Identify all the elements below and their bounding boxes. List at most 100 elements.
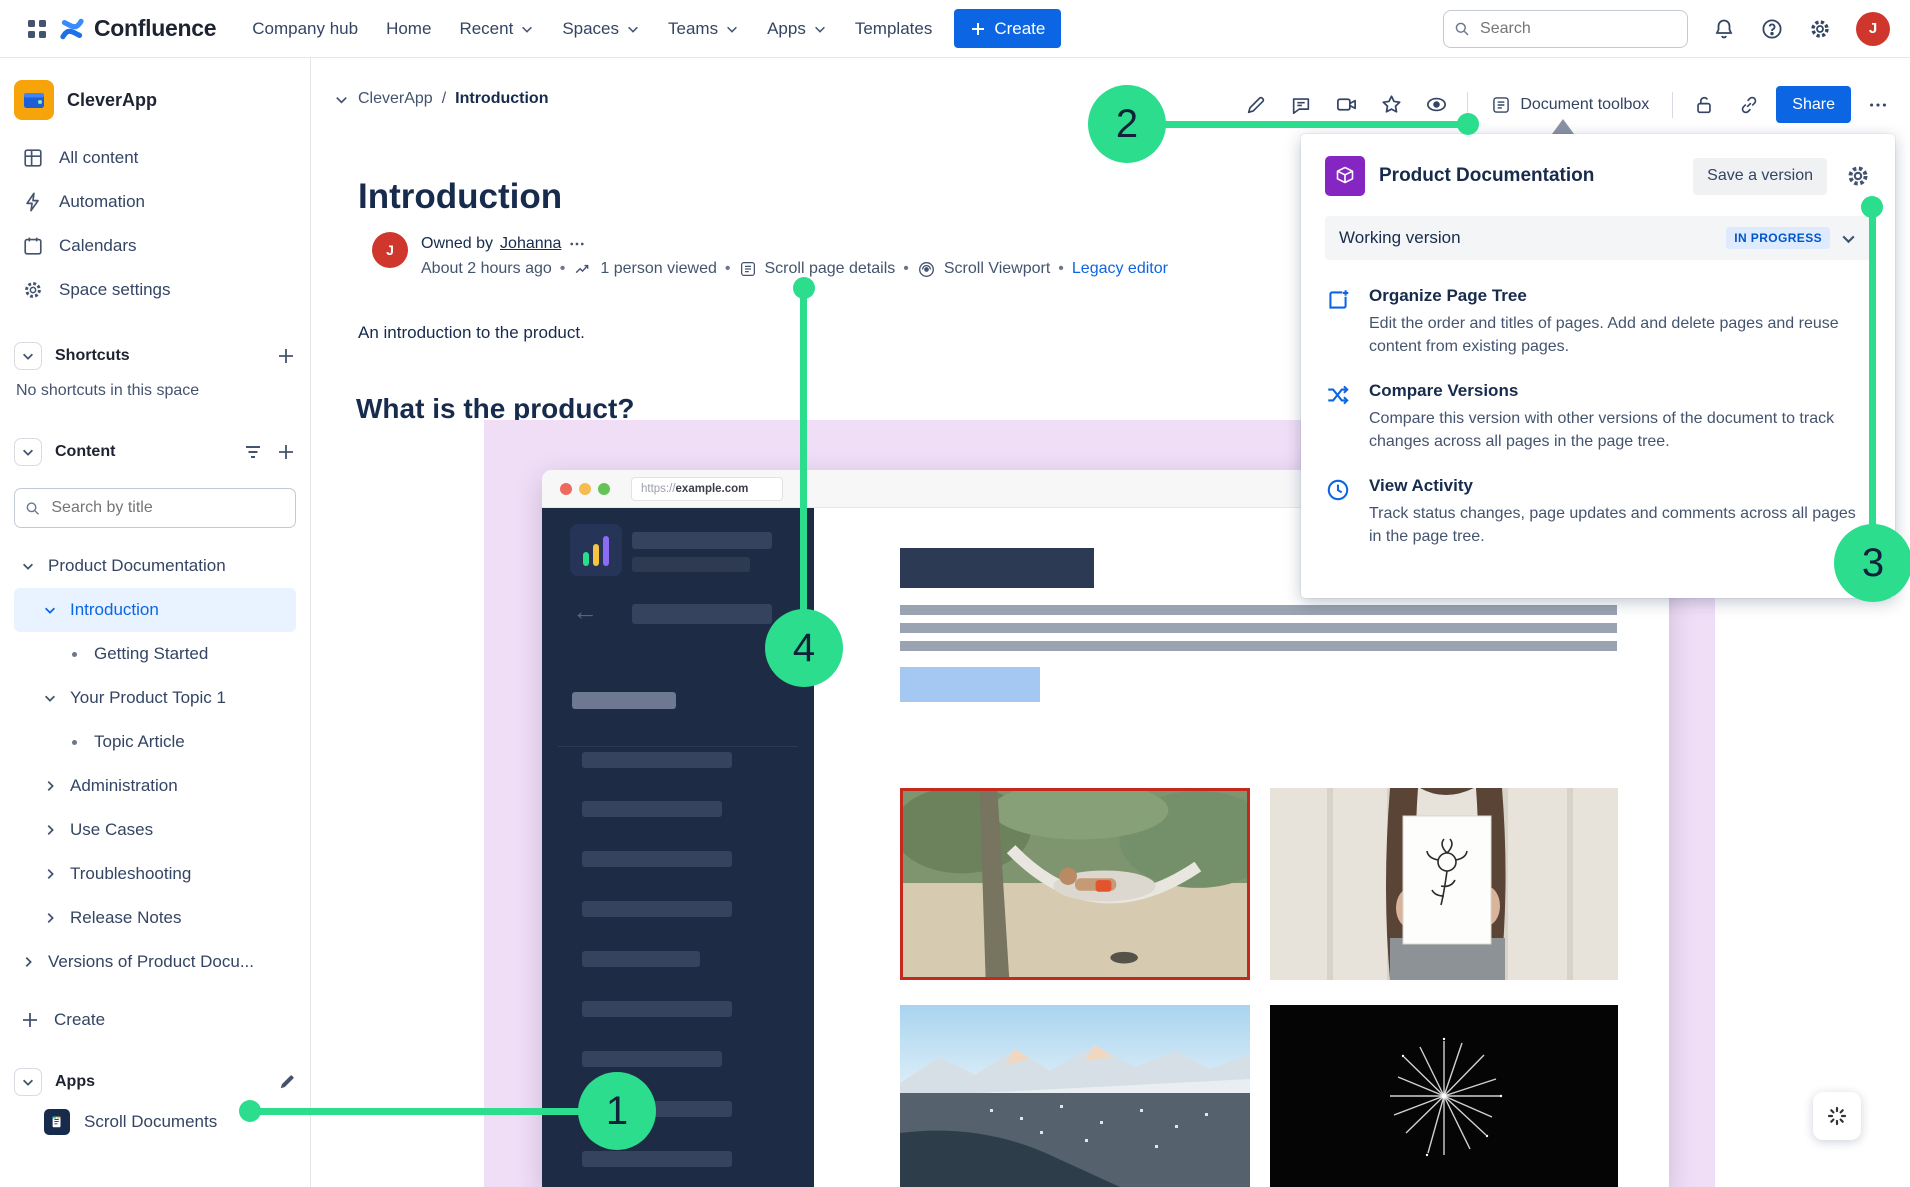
last-modified[interactable]: About 2 hours ago <box>421 260 552 278</box>
collapse-content-button[interactable] <box>14 438 42 466</box>
user-avatar[interactable]: J <box>1856 12 1890 46</box>
callout-dot-2 <box>1457 113 1479 135</box>
nav-company-hub[interactable]: Company hub <box>238 10 372 48</box>
nav-templates[interactable]: Templates <box>841 10 946 48</box>
add-shortcut-icon[interactable] <box>276 346 296 366</box>
create-button[interactable]: Create <box>954 9 1061 48</box>
chevron-down-icon <box>520 22 534 36</box>
menu-item-organize-page-tree[interactable]: Organize Page Tree Edit the order and ti… <box>1325 286 1871 358</box>
tree-item-versions[interactable]: Versions of Product Docu... <box>14 940 296 984</box>
add-page-icon[interactable] <box>276 442 296 462</box>
notifications-bell-icon[interactable] <box>1712 17 1736 41</box>
tree-item-introduction[interactable]: Introduction <box>14 588 296 632</box>
chevron-down-icon[interactable] <box>40 691 60 705</box>
space-avatar-icon <box>14 80 54 120</box>
sidebar-item-space-settings[interactable]: Space settings <box>14 268 296 312</box>
placeholder-bar <box>582 801 722 817</box>
placeholder-heading-block <box>900 548 1094 588</box>
callout-dot-3 <box>1861 196 1883 218</box>
sidebar-item-automation[interactable]: Automation <box>14 180 296 224</box>
more-options-icon[interactable] <box>568 235 586 253</box>
placeholder-bar <box>582 951 700 967</box>
search-by-title-input[interactable] <box>49 498 285 518</box>
tree-item-topic-article[interactable]: Topic Article <box>14 720 296 764</box>
filter-icon[interactable] <box>243 442 263 462</box>
more-options-icon[interactable] <box>1860 87 1896 123</box>
video-icon[interactable] <box>1328 87 1364 123</box>
chevron-right-icon[interactable] <box>40 779 60 793</box>
chevron-right-icon[interactable] <box>18 955 38 969</box>
tree-item-administration[interactable]: Administration <box>14 764 296 808</box>
collapse-fullscreen-button[interactable] <box>1813 1092 1861 1140</box>
views-count[interactable]: 1 person viewed <box>600 260 717 278</box>
share-button[interactable]: Share <box>1776 86 1851 123</box>
watch-eye-icon[interactable] <box>1418 87 1454 123</box>
top-nav-bar: Confluence Company hub Home Recent Space… <box>0 0 1910 58</box>
tree-item-use-cases[interactable]: Use Cases <box>14 808 296 852</box>
menu-item-view-activity[interactable]: View Activity Track status changes, page… <box>1325 476 1871 548</box>
tree-item-your-product-topic-1[interactable]: Your Product Topic 1 <box>14 676 296 720</box>
placeholder-bar <box>582 1051 722 1067</box>
confluence-logo[interactable]: Confluence <box>58 15 216 43</box>
breadcrumb-page[interactable]: Introduction <box>455 90 548 108</box>
confluence-app: Confluence Company hub Home Recent Space… <box>0 0 1910 1187</box>
compare-versions-icon <box>1325 381 1351 453</box>
document-toolbox-button[interactable]: Document toolbox <box>1481 87 1659 123</box>
placeholder-button <box>900 667 1040 702</box>
nav-recent[interactable]: Recent <box>445 10 548 48</box>
link-icon[interactable] <box>1731 87 1767 123</box>
nav-home[interactable]: Home <box>372 10 445 48</box>
scroll-page-details-link[interactable]: Scroll page details <box>765 260 896 278</box>
traffic-light-red <box>560 483 572 495</box>
back-arrow-icon: ← <box>572 596 598 627</box>
tree-item-troubleshooting[interactable]: Troubleshooting <box>14 852 296 896</box>
app-switcher-icon[interactable] <box>20 12 54 46</box>
working-version-selector[interactable]: Working version IN PROGRESS <box>1325 216 1871 260</box>
callout-line-1 <box>250 1108 617 1115</box>
content-section-header: Content <box>14 434 296 470</box>
sidebar-item-all-content[interactable]: All content <box>14 136 296 180</box>
help-icon[interactable] <box>1760 17 1784 41</box>
chevron-down-icon[interactable] <box>40 603 60 617</box>
chevron-down-icon[interactable] <box>18 559 38 573</box>
placeholder-bar <box>582 1151 732 1167</box>
lightning-icon <box>22 191 44 213</box>
nav-apps[interactable]: Apps <box>753 10 841 48</box>
scroll-viewport-link[interactable]: Scroll Viewport <box>944 260 1050 278</box>
global-search[interactable] <box>1443 10 1688 48</box>
owner-avatar[interactable]: J <box>372 232 408 268</box>
save-a-version-button[interactable]: Save a version <box>1693 158 1827 195</box>
view-activity-clock-icon <box>1325 476 1351 548</box>
chevron-down-icon <box>1840 230 1857 247</box>
nav-teams[interactable]: Teams <box>654 10 753 48</box>
content-label: Content <box>55 443 230 461</box>
tree-item-product-documentation[interactable]: Product Documentation <box>14 544 296 588</box>
sidebar-create-button[interactable]: Create <box>14 998 296 1042</box>
tree-item-release-notes[interactable]: Release Notes <box>14 896 296 940</box>
placeholder-bar <box>582 1001 732 1017</box>
unlock-icon[interactable] <box>1686 87 1722 123</box>
chevron-down-icon[interactable] <box>334 92 349 107</box>
chevron-right-icon[interactable] <box>40 911 60 925</box>
collapse-apps-button[interactable] <box>14 1068 42 1096</box>
chevron-right-icon[interactable] <box>40 823 60 837</box>
menu-item-compare-versions[interactable]: Compare Versions Compare this version wi… <box>1325 381 1871 453</box>
toolbox-settings-gear-icon[interactable] <box>1845 163 1871 189</box>
breadcrumb-space[interactable]: CleverApp <box>358 90 433 108</box>
sidebar-search[interactable] <box>14 488 296 528</box>
tree-item-getting-started[interactable]: Getting Started <box>14 632 296 676</box>
collapse-shortcuts-button[interactable] <box>14 342 42 370</box>
star-icon[interactable] <box>1373 87 1409 123</box>
nav-spaces[interactable]: Spaces <box>548 10 654 48</box>
bullet-icon <box>72 652 77 657</box>
comment-icon[interactable] <box>1283 87 1319 123</box>
owner-link[interactable]: Johanna <box>500 235 561 253</box>
chevron-right-icon[interactable] <box>40 867 60 881</box>
search-input[interactable] <box>1478 19 1677 39</box>
settings-gear-icon[interactable] <box>1808 17 1832 41</box>
space-header[interactable]: CleverApp <box>14 78 296 122</box>
legacy-editor-link[interactable]: Legacy editor <box>1072 260 1168 278</box>
edit-pencil-icon[interactable] <box>1238 87 1274 123</box>
edit-apps-pencil-icon[interactable] <box>278 1073 296 1091</box>
sidebar-item-calendars[interactable]: Calendars <box>14 224 296 268</box>
